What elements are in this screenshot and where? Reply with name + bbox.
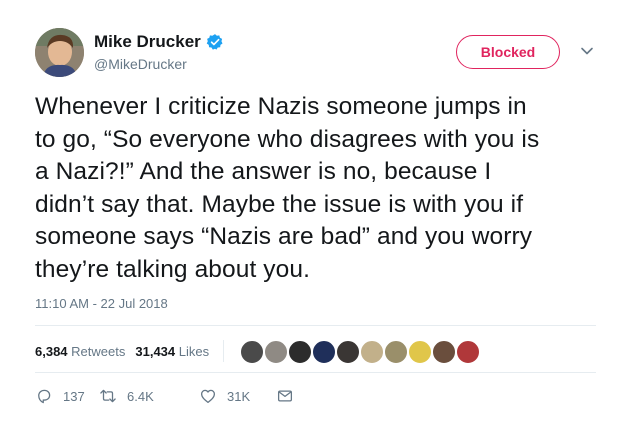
tweet-text-line: didn’t say that. Maybe the issue is with… — [35, 190, 524, 218]
reply-count: 137 — [63, 388, 85, 404]
reply-icon — [38, 389, 51, 404]
user-handle[interactable]: @MikeDrucker — [94, 56, 224, 72]
liker-avatar[interactable] — [335, 339, 361, 365]
tweet-text-line: Whenever I criticize Nazis someone jumps… — [35, 93, 527, 120]
liker-avatar[interactable] — [239, 339, 265, 365]
liker-avatar[interactable] — [431, 339, 457, 365]
tweet-stats: 6,384 Retweets 31,434 Likes — [35, 340, 230, 362]
liker-avatar[interactable] — [407, 339, 433, 365]
liker-avatar[interactable] — [311, 339, 337, 365]
liker-avatar[interactable] — [383, 339, 409, 365]
tweet-text-line: to go, “So everyone who disagrees with y… — [35, 125, 540, 153]
tweet-text-line: someone says “Nazis are bad” and you wor… — [35, 223, 533, 250]
retweets-stat[interactable]: 6,384 Retweets — [35, 344, 125, 359]
liker-avatar[interactable] — [359, 339, 385, 365]
like-count: 31K — [227, 388, 251, 404]
like-action[interactable]: 31K — [199, 387, 250, 405]
tweet-card: Mike Drucker @MikeDrucker Blocked Whenev… — [0, 0, 629, 433]
tweet-text: Whenever I criticize Nazis someone jumps… — [35, 91, 595, 286]
display-name[interactable]: Mike Drucker — [94, 32, 201, 52]
blocked-button[interactable]: Blocked — [456, 35, 560, 69]
likes-stat[interactable]: 31,434 Likes — [135, 344, 209, 359]
retweets-count: 6,384 — [35, 343, 68, 359]
divider — [35, 372, 596, 373]
liker-avatar[interactable] — [287, 339, 313, 365]
envelope-icon — [277, 390, 293, 402]
reply-action[interactable]: 137 — [35, 387, 85, 405]
tweet-timestamp[interactable]: 11:10 AM - 22 Jul 2018 — [35, 296, 168, 311]
direct-message-action[interactable] — [276, 387, 294, 405]
tweet-text-line: they’re talking about you. — [35, 255, 310, 283]
tweet-text-line: a Nazi?!” And the answer is no, because … — [35, 158, 492, 185]
retweets-label: Retweets — [71, 343, 126, 359]
verified-badge-icon — [206, 33, 224, 51]
retweet-icon — [100, 389, 116, 403]
likes-count: 31,434 — [135, 343, 176, 359]
retweet-count: 6.4K — [127, 388, 154, 404]
liker-avatar[interactable] — [455, 339, 481, 365]
likes-label: Likes — [178, 343, 210, 359]
heart-icon — [200, 389, 216, 404]
chevron-down-icon[interactable] — [580, 44, 594, 58]
user-info: Mike Drucker @MikeDrucker — [94, 30, 224, 72]
divider — [35, 325, 596, 326]
stats-divider — [223, 340, 225, 362]
avatar[interactable] — [35, 28, 84, 77]
liker-avatar[interactable] — [263, 339, 289, 365]
retweet-action[interactable]: 6.4K — [99, 387, 154, 405]
